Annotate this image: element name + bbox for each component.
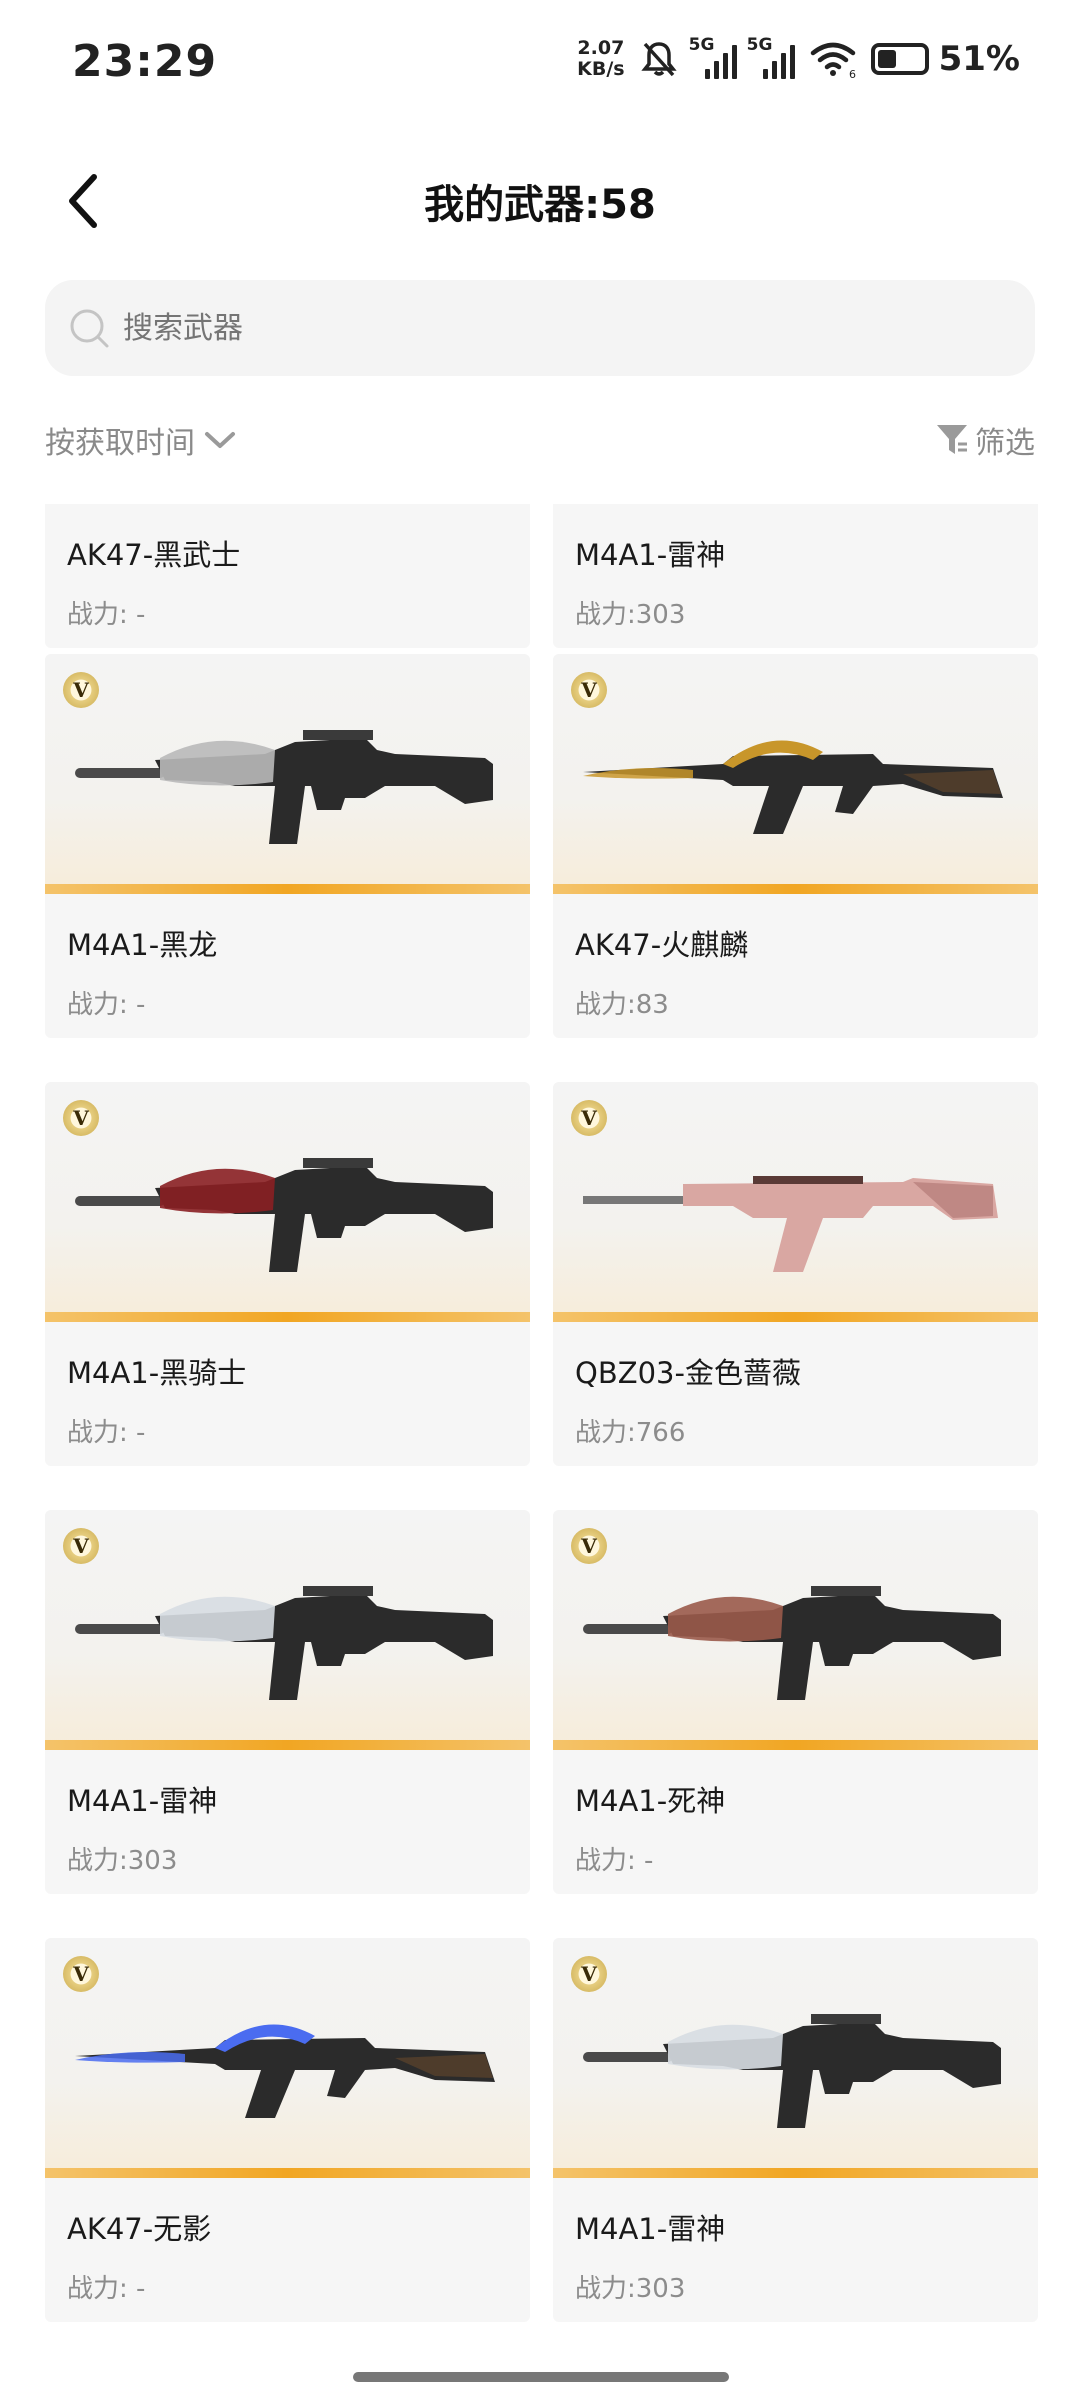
weapon-power: 战力: - <box>67 2274 146 2304</box>
search-input[interactable] <box>123 310 923 346</box>
search-bar[interactable] <box>45 280 1035 376</box>
status-time: 23:29 <box>72 36 218 87</box>
weapon-image-icon <box>75 1586 493 1700</box>
weapon-image-icon <box>75 730 493 844</box>
weapon-power: 战力: - <box>575 1846 654 1876</box>
weapon-card[interactable]: V M4A1-雷神战力:303 <box>553 1938 1038 2322</box>
weapon-name: AK47-无影 <box>67 2212 212 2246</box>
weapon-power: 战力:303 <box>575 2274 686 2304</box>
weapon-image-icon <box>75 1158 493 1272</box>
weapon-name: M4A1-雷神 <box>67 1784 218 1818</box>
weapon-card[interactable]: V AK47-无影战力: - <box>45 1938 530 2322</box>
weapon-card[interactable]: VAK47-黑武士战力: - <box>45 504 530 648</box>
weapon-name: M4A1-黑龙 <box>67 928 218 962</box>
weapon-image: V <box>553 1510 1038 1750</box>
weapon-image-icon <box>583 1176 998 1272</box>
battery-percent: 51% <box>938 39 1020 79</box>
battery-icon <box>870 43 929 75</box>
weapon-card[interactable]: V M4A1-雷神战力:303 <box>45 1510 530 1894</box>
chevron-down-icon <box>205 432 235 448</box>
weapon-power: 战力:303 <box>67 1846 178 1876</box>
weapon-name: QBZ03-金色蔷薇 <box>575 1356 801 1390</box>
wifi-sub: 6 <box>849 68 856 79</box>
weapon-card[interactable]: V QBZ03-金色蔷薇战力:766 <box>553 1082 1038 1466</box>
weapon-image-icon <box>75 2024 495 2118</box>
net-speed-value: 2.07 <box>577 37 625 59</box>
page-header: 我的武器:58 <box>0 150 1080 250</box>
filter-label: 筛选 <box>975 426 1035 461</box>
battery-indicator: 51% <box>870 39 1020 79</box>
weapon-image: V <box>553 1082 1038 1322</box>
sort-filter-bar: 按获取时间 筛选 <box>45 418 1035 468</box>
weapon-power: 战力: - <box>67 600 146 630</box>
wifi-icon: 6 <box>810 42 856 79</box>
weapon-card[interactable]: V M4A1-死神战力: - <box>553 1510 1038 1894</box>
net-speed-unit: KB/s <box>577 58 625 80</box>
weapon-grid: VAK47-黑武士战力: -VM4A1-雷神战力:303VM4A1-黑龙战力: … <box>0 504 1080 2334</box>
weapon-image-icon <box>583 1586 1001 1700</box>
weapon-power: 战力:303 <box>575 600 686 630</box>
sort-dropdown[interactable]: 按获取时间 <box>45 418 237 462</box>
weapon-name: M4A1-雷神 <box>575 2212 726 2246</box>
sort-label: 按获取时间 <box>45 426 195 461</box>
weapon-image: V <box>45 654 530 894</box>
weapon-image-icon <box>583 740 1003 834</box>
filter-button[interactable]: 筛选 <box>935 418 1035 462</box>
weapon-name: M4A1-死神 <box>575 1784 726 1818</box>
weapon-name: M4A1-雷神 <box>575 538 726 572</box>
weapon-name: AK47-黑武士 <box>67 538 241 572</box>
weapon-name: AK47-火麒麟 <box>575 928 749 962</box>
status-bar: 23:29 2.07 KB/s 5G 5G 6 51% <box>0 0 1080 120</box>
search-icon <box>70 309 109 348</box>
weapon-image: V <box>45 1938 530 2178</box>
weapon-card[interactable]: V M4A1-黑龙战力: - <box>45 654 530 1038</box>
status-icons: 2.07 KB/s 5G 5G 6 51% <box>577 35 1020 80</box>
weapon-name: M4A1-黑骑士 <box>67 1356 247 1390</box>
net-speed: 2.07 KB/s <box>577 38 624 80</box>
weapon-image: V <box>553 654 1038 894</box>
home-indicator[interactable] <box>353 2372 729 2382</box>
signal-icon-sim1: 5G <box>689 35 737 79</box>
sim2-label: 5G <box>746 35 773 55</box>
page-title: 我的武器:58 <box>424 182 656 228</box>
sim1-label: 5G <box>688 35 715 55</box>
weapon-card[interactable]: V AK47-火麒麟战力:83 <box>553 654 1038 1038</box>
weapon-image-icon <box>583 2014 1001 2128</box>
weapon-power: 战力:83 <box>575 990 669 1020</box>
weapon-card[interactable]: V M4A1-黑骑士战力: - <box>45 1082 530 1466</box>
weapon-image: V <box>45 1510 530 1750</box>
weapon-power: 战力: - <box>67 1418 146 1448</box>
weapon-image: V <box>45 1082 530 1322</box>
weapon-power: 战力: - <box>67 990 146 1020</box>
signal-icon-sim2: 5G <box>747 35 795 79</box>
weapon-power: 战力:766 <box>575 1418 686 1448</box>
filter-icon <box>937 425 967 454</box>
weapon-card[interactable]: VM4A1-雷神战力:303 <box>553 504 1038 648</box>
mute-bell-icon <box>640 42 677 77</box>
weapon-image: V <box>553 1938 1038 2178</box>
